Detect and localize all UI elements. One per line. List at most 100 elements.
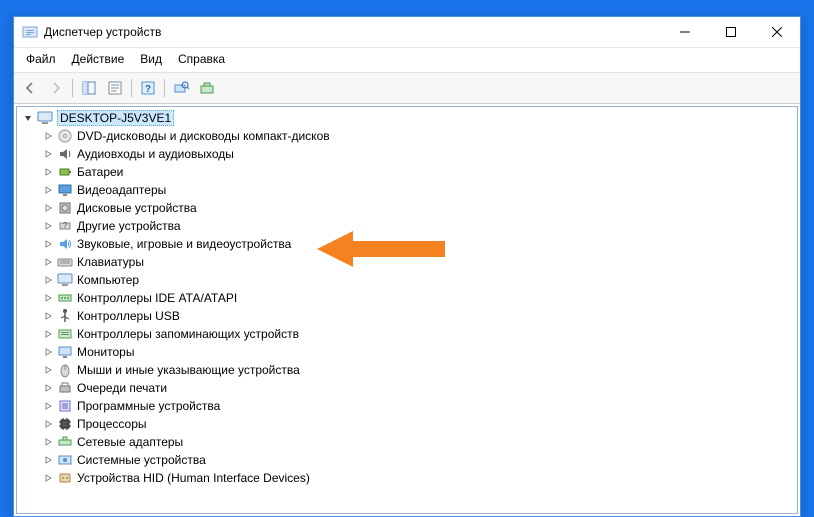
expander-closed-icon[interactable] [41, 453, 55, 467]
node-label: Компьютер [77, 273, 139, 287]
expander-closed-icon[interactable] [41, 147, 55, 161]
toolbar-separator [72, 79, 73, 97]
tree-node[interactable]: Дисковые устройства [17, 199, 797, 217]
tree-node[interactable]: Батареи [17, 163, 797, 181]
software-icon [57, 398, 73, 414]
root-label[interactable]: DESKTOP-J5V3VE1 [57, 110, 174, 126]
node-label: Звуковые, игровые и видеоустройства [77, 237, 291, 251]
tree-node[interactable]: ? Другие устройства [17, 217, 797, 235]
minimize-button[interactable] [662, 17, 708, 47]
computer-icon [37, 110, 53, 126]
menu-view[interactable]: Вид [132, 50, 170, 70]
window-title: Диспетчер устройств [44, 25, 662, 39]
tree-node[interactable]: Системные устройства [17, 451, 797, 469]
node-label: Контроллеры запоминающих устройств [77, 327, 299, 341]
sound-icon [57, 236, 73, 252]
tree-node[interactable]: Аудиовходы и аудиовыходы [17, 145, 797, 163]
nav-forward-button[interactable] [44, 76, 68, 100]
expander-closed-icon[interactable] [41, 417, 55, 431]
toolbar-separator [131, 79, 132, 97]
expander-open-icon[interactable] [21, 111, 35, 125]
tree-node[interactable]: Контроллеры IDE АТА/АТАРI [17, 289, 797, 307]
expander-closed-icon[interactable] [41, 345, 55, 359]
help-button[interactable]: ? [136, 76, 160, 100]
tree-node[interactable]: Клавиатуры [17, 253, 797, 271]
printq-icon [57, 380, 73, 396]
app-icon [22, 24, 38, 40]
expander-closed-icon[interactable] [41, 291, 55, 305]
expander-closed-icon[interactable] [41, 363, 55, 377]
node-label: Контроллеры USB [77, 309, 180, 323]
tree-node[interactable]: Процессоры [17, 415, 797, 433]
menu-help[interactable]: Справка [170, 50, 233, 70]
tree-node[interactable]: Устройства HID (Human Interface Devices) [17, 469, 797, 487]
disk-icon [57, 200, 73, 216]
show-hide-tree-button[interactable] [77, 76, 101, 100]
tree-node[interactable]: Мыши и иные указывающие устройства [17, 361, 797, 379]
node-label: Видеоадаптеры [77, 183, 166, 197]
svg-text:?: ? [145, 84, 151, 95]
hid-icon [57, 470, 73, 486]
battery-icon [57, 164, 73, 180]
system-icon [57, 452, 73, 468]
properties-button[interactable] [103, 76, 127, 100]
expander-closed-icon[interactable] [41, 327, 55, 341]
titlebar: Диспетчер устройств [14, 17, 800, 48]
device-manager-window: Диспетчер устройств Файл Действие Вид Сп… [13, 16, 801, 517]
node-label: Процессоры [77, 417, 147, 431]
node-label: Системные устройства [77, 453, 206, 467]
menu-action[interactable]: Действие [64, 50, 133, 70]
svg-text:?: ? [63, 221, 68, 230]
node-label: Дисковые устройства [77, 201, 197, 215]
tree-node[interactable]: Компьютер [17, 271, 797, 289]
expander-closed-icon[interactable] [41, 129, 55, 143]
expander-closed-icon[interactable] [41, 201, 55, 215]
expander-closed-icon[interactable] [41, 435, 55, 449]
node-label: Клавиатуры [77, 255, 144, 269]
tree-node[interactable]: Сетевые адаптеры [17, 433, 797, 451]
window-controls [662, 17, 800, 47]
node-label: Другие устройства [77, 219, 181, 233]
node-label: Мониторы [77, 345, 134, 359]
mouse-icon [57, 362, 73, 378]
tree-node[interactable]: Программные устройства [17, 397, 797, 415]
node-label: Батареи [77, 165, 123, 179]
expander-closed-icon[interactable] [41, 219, 55, 233]
computer-icon [57, 272, 73, 288]
expander-closed-icon[interactable] [41, 255, 55, 269]
tree-node[interactable]: Мониторы [17, 343, 797, 361]
expander-closed-icon[interactable] [41, 237, 55, 251]
tree-root[interactable]: DESKTOP-J5V3VE1 [17, 109, 797, 127]
expander-closed-icon[interactable] [41, 381, 55, 395]
tree-node[interactable]: Контроллеры USB [17, 307, 797, 325]
tree-node[interactable]: Видеоадаптеры [17, 181, 797, 199]
expander-closed-icon[interactable] [41, 399, 55, 413]
menubar: Файл Действие Вид Справка [14, 48, 800, 73]
tree-node[interactable]: DVD-дисководы и дисководы компакт-дисков [17, 127, 797, 145]
maximize-button[interactable] [708, 17, 754, 47]
other-icon: ? [57, 218, 73, 234]
update-driver-button[interactable] [195, 76, 219, 100]
node-label: Устройства HID (Human Interface Devices) [77, 471, 310, 485]
expander-closed-icon[interactable] [41, 309, 55, 323]
expander-closed-icon[interactable] [41, 183, 55, 197]
expander-closed-icon[interactable] [41, 273, 55, 287]
device-tree[interactable]: DESKTOP-J5V3VE1 DVD-дисководы и дисковод… [16, 106, 798, 514]
tree-node[interactable]: Очереди печати [17, 379, 797, 397]
scan-hardware-button[interactable] [169, 76, 193, 100]
nav-back-button[interactable] [18, 76, 42, 100]
toolbar-separator [164, 79, 165, 97]
audio-icon [57, 146, 73, 162]
node-label: Сетевые адаптеры [77, 435, 183, 449]
close-button[interactable] [754, 17, 800, 47]
storage-icon [57, 326, 73, 342]
tree-node[interactable]: Контроллеры запоминающих устройств [17, 325, 797, 343]
cpu-icon [57, 416, 73, 432]
ide-icon [57, 290, 73, 306]
expander-closed-icon[interactable] [41, 471, 55, 485]
tree-node[interactable]: Звуковые, игровые и видеоустройства [17, 235, 797, 253]
expander-closed-icon[interactable] [41, 165, 55, 179]
node-label: Очереди печати [77, 381, 167, 395]
node-label: Аудиовходы и аудиовыходы [77, 147, 234, 161]
menu-file[interactable]: Файл [18, 50, 64, 70]
